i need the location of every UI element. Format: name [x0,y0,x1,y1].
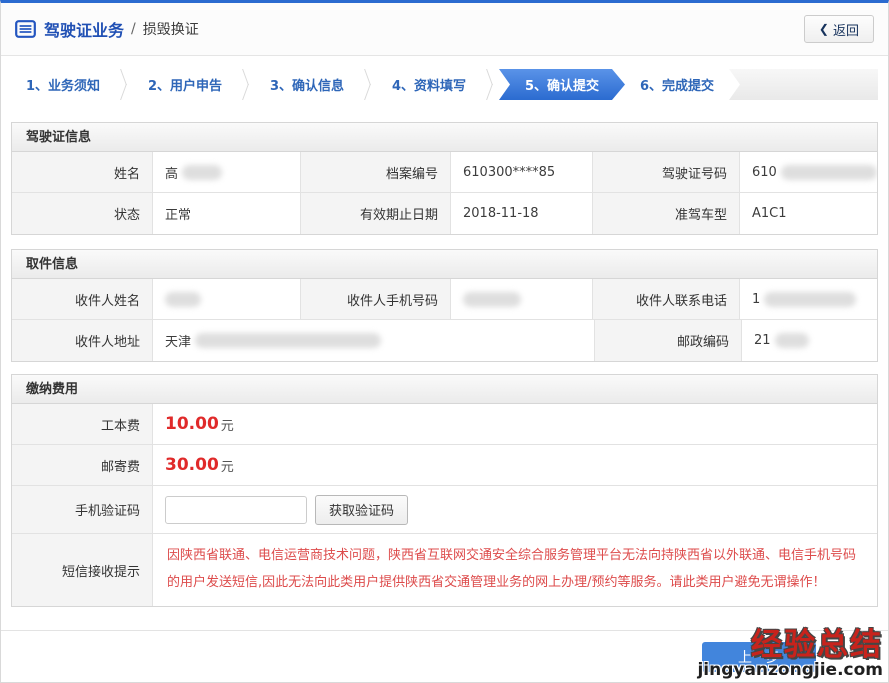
step-2-user-declaration: 2、用户申告 [133,69,237,100]
postage-fee-unit: 元 [221,456,234,475]
postage-fee-amount: 30.00 [165,455,219,475]
redacted-blur [195,333,381,348]
label-license-no: 驾驶证号码 [592,152,739,192]
sms-code-cell: 获取验证码 [152,486,877,533]
step-3-confirm-info: 3、确认信息 [255,69,359,100]
sms-code-input[interactable] [165,496,307,524]
step-6-complete-submit: 6、完成提交 [625,69,729,100]
value-valid-until: 2018-11-18 [450,193,592,234]
table-row: 邮寄费 30.00 元 [12,445,877,486]
step-4-fill-data: 4、资料填写 [377,69,481,100]
previous-step-button[interactable]: 上一步 [702,642,816,672]
value-status: 正常 [152,193,300,234]
redacted-blur [764,292,856,307]
step-separator [237,69,255,100]
value-postal-code: 21 [741,320,877,361]
section-title-pickup-info: 取件信息 [12,250,877,279]
table-row: 收件人姓名 收件人手机号码 收件人联系电话 1 [12,279,877,320]
breadcrumb-divider: / [131,21,136,37]
table-row: 工本费 10.00 元 [12,404,877,445]
back-button[interactable]: ❮ 返回 [804,15,874,43]
step-1-business-notice: 1、业务须知 [11,69,115,100]
label-postage-fee: 邮寄费 [12,445,152,485]
step-5-confirm-submit-active: 5、确认提交 [499,69,625,100]
label-vehicle-class: 准驾车型 [592,193,739,234]
step-wizard: 1、业务须知 2、用户申告 3、确认信息 4、资料填写 5、确认提交 6、完成提… [11,69,878,100]
back-chevron-icon: ❮ [819,22,829,36]
value-file-no: 610300****85 [450,152,592,192]
label-status: 状态 [12,193,152,234]
step-separator [115,69,133,100]
redacted-blur [775,333,809,348]
label-recipient-mobile: 收件人手机号码 [300,279,450,319]
label-postal-code: 邮政编码 [594,320,741,361]
value-recipient-mobile [450,279,592,319]
redacted-blur [165,292,201,307]
production-fee-amount: 10.00 [165,414,219,434]
step-wizard-tail [729,69,878,100]
table-row: 短信接收提示 因陕西省联通、电信运营商技术问题，陕西省互联网交通安全综合服务管理… [12,534,877,606]
license-card-icon [15,20,36,38]
label-file-no: 档案编号 [300,152,450,192]
step-separator [481,69,499,100]
value-recipient-phone: 1 [739,279,877,319]
label-recipient-address: 收件人地址 [12,320,152,361]
label-sms-notice: 短信接收提示 [12,534,152,606]
section-title-payment: 缴纳费用 [12,375,877,404]
value-recipient-name [152,279,300,319]
label-name: 姓名 [12,152,152,192]
value-postage-fee: 30.00 元 [152,445,877,485]
redacted-blur [182,165,222,180]
value-recipient-address: 天津 [152,320,594,361]
table-row: 姓名 高 档案编号 610300****85 驾驶证号码 610 [12,152,877,193]
label-production-fee: 工本费 [12,404,152,444]
label-valid-until: 有效期止日期 [300,193,450,234]
get-sms-code-button[interactable]: 获取验证码 [315,495,408,525]
back-button-label: 返回 [833,20,859,39]
label-sms-code: 手机验证码 [12,486,152,533]
step-separator [359,69,377,100]
value-production-fee: 10.00 元 [152,404,877,444]
table-row: 手机验证码 获取验证码 [12,486,877,534]
breadcrumb-current: 损毁换证 [143,19,199,39]
production-fee-unit: 元 [221,415,234,434]
header: 驾驶证业务 / 损毁换证 ❮ 返回 [1,3,888,56]
section-pickup-info: 取件信息 收件人姓名 收件人手机号码 收件人联系电话 1 收件人地址 天 [11,249,878,362]
redacted-blur [781,165,877,180]
value-license-no: 610 [739,152,877,192]
label-recipient-phone: 收件人联系电话 [592,279,739,319]
table-row: 收件人地址 天津 邮政编码 21 [12,320,877,361]
section-license-info: 驾驶证信息 姓名 高 档案编号 610300****85 驾驶证号码 610 状… [11,122,878,235]
table-row: 状态 正常 有效期止日期 2018-11-18 准驾车型 A1C1 [12,193,877,234]
page-title: 驾驶证业务 [44,17,124,41]
section-payment: 缴纳费用 工本费 10.00 元 邮寄费 30.00 元 手机验证码 获取验证码 [11,374,878,607]
value-vehicle-class: A1C1 [739,193,877,234]
label-recipient-name: 收件人姓名 [12,279,152,319]
sms-notice-text: 因陕西省联通、电信运营商技术问题，陕西省互联网交通安全综合服务管理平台无法向持陕… [152,534,877,606]
page: 驾驶证业务 / 损毁换证 ❮ 返回 1、业务须知 2、用户申告 3、确认信息 4… [0,0,889,683]
redacted-blur [463,292,521,307]
section-title-license-info: 驾驶证信息 [12,123,877,152]
footer: 上一步 [1,630,888,682]
value-name: 高 [152,152,300,192]
